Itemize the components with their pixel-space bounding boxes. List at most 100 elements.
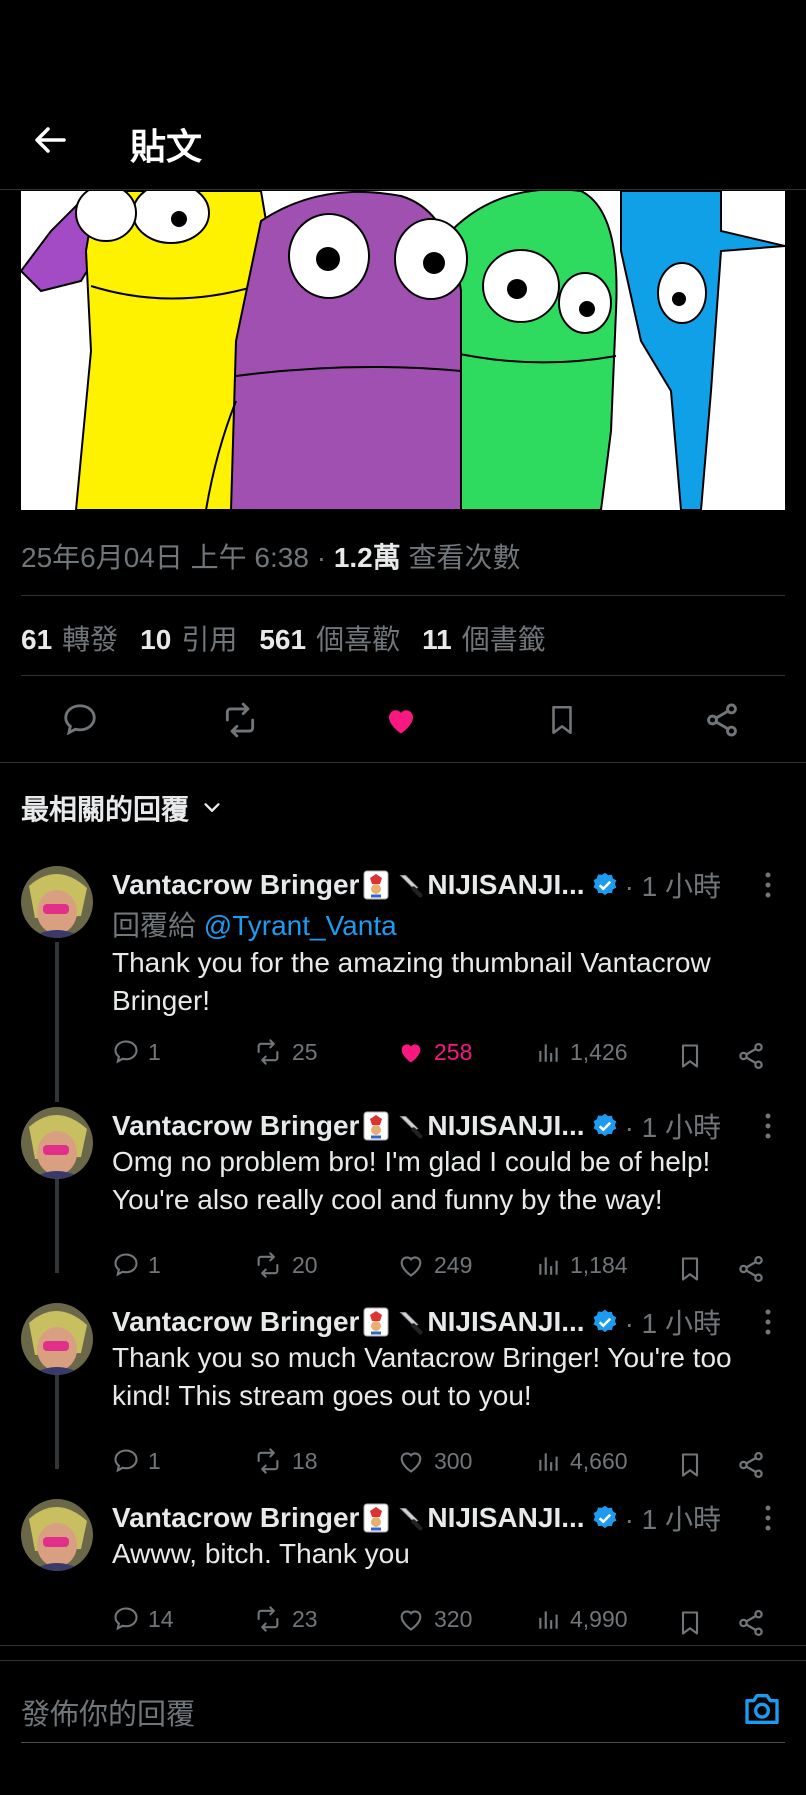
knife-icon xyxy=(399,1116,423,1139)
avatar[interactable] xyxy=(21,1107,93,1179)
reply-header: Vantacrow Bringer NIJISANJI... · 1 小時 xyxy=(112,866,721,904)
like-count-button[interactable]: 300 xyxy=(396,1447,472,1475)
like-icon xyxy=(400,1610,422,1631)
bookmark-icon[interactable] xyxy=(676,1607,704,1639)
avatar[interactable] xyxy=(21,866,93,938)
divider xyxy=(21,595,785,596)
avatar[interactable] xyxy=(21,1499,93,1571)
more-options-icon[interactable] xyxy=(758,1307,778,1337)
reply-text: Omg no problem bro! I'm glad I could be … xyxy=(112,1146,711,1215)
retweet-count-button[interactable]: 20 xyxy=(252,1251,318,1279)
reply-time: · 1 小時 xyxy=(624,1504,722,1535)
camera-icon[interactable] xyxy=(742,1689,782,1729)
knife-icon xyxy=(399,1508,423,1531)
verified-badge-icon xyxy=(593,872,616,896)
post-action-bar xyxy=(0,690,806,750)
reply-count-button[interactable]: 14 xyxy=(112,1605,174,1633)
divider xyxy=(0,762,806,763)
share-icon[interactable] xyxy=(736,1449,766,1481)
reply-icon xyxy=(114,1253,138,1277)
stat-retweets[interactable]: 61 轉發 xyxy=(21,618,118,658)
reply-icon[interactable] xyxy=(50,690,110,750)
retweet-count-button[interactable]: 18 xyxy=(252,1447,318,1475)
views-count-button[interactable]: 4,990 xyxy=(536,1605,628,1633)
page-title: 貼文 xyxy=(130,126,203,167)
display-name[interactable]: Vantacrow Bringer xyxy=(112,1110,359,1142)
bookmark-icon[interactable] xyxy=(676,1449,704,1481)
reply-icon xyxy=(114,1449,138,1473)
views-count-button[interactable]: 1,426 xyxy=(536,1038,628,1066)
reply-compose-bar: 發佈你的回覆 xyxy=(0,1660,806,1795)
verified-badge-icon xyxy=(593,1505,616,1529)
views-icon xyxy=(539,1044,558,1062)
knife-icon xyxy=(399,1312,423,1335)
reply-icon xyxy=(114,1040,138,1064)
reply-text: Awww, bitch. Thank you xyxy=(112,1538,410,1569)
display-name[interactable]: Vantacrow Bringer xyxy=(112,1502,359,1534)
more-options-icon[interactable] xyxy=(758,1111,778,1141)
views-label: 查看次數 xyxy=(400,542,521,573)
views-count-button[interactable]: 4,660 xyxy=(536,1447,628,1475)
reply-text: Thank you for the amazing thumbnail Vant… xyxy=(112,947,711,1016)
avatar[interactable] xyxy=(21,1303,93,1375)
reply-to: 回覆給 @Tyrant_Vanta xyxy=(112,904,397,944)
display-name-suffix[interactable]: NIJISANJI... xyxy=(427,869,584,901)
retweet-count-button[interactable]: 23 xyxy=(252,1605,318,1633)
reply-time: · 1 小時 xyxy=(624,1112,722,1143)
reply-to-label: 回覆給 xyxy=(112,910,204,941)
display-name-suffix[interactable]: NIJISANJI... xyxy=(427,1110,584,1142)
reply-input[interactable]: 發佈你的回覆 xyxy=(21,1691,785,1743)
display-name[interactable]: Vantacrow Bringer xyxy=(112,869,359,901)
display-name-suffix[interactable]: NIJISANJI... xyxy=(427,1306,584,1338)
more-options-icon[interactable] xyxy=(758,1503,778,1533)
reply-actions: 14 23 320 4,990 xyxy=(112,1605,772,1641)
divider xyxy=(21,675,785,676)
share-icon[interactable] xyxy=(736,1040,766,1072)
like-count-button[interactable]: 249 xyxy=(396,1251,472,1279)
reply-actions: 1 20 249 1,184 xyxy=(112,1251,772,1287)
reply-count-button[interactable]: 1 xyxy=(112,1447,161,1475)
like-icon[interactable] xyxy=(371,690,431,750)
reply-item[interactable]: Vantacrow Bringer NIJISANJI... · 1 小時 Om… xyxy=(0,1107,806,1282)
like-count-button[interactable]: 320 xyxy=(396,1605,472,1633)
post-image[interactable] xyxy=(21,191,785,510)
share-icon[interactable] xyxy=(736,1607,766,1639)
reply-actions: 1 25 258 1,426 xyxy=(112,1038,772,1074)
stat-quotes[interactable]: 10 引用 xyxy=(140,618,237,658)
reply-item[interactable]: Vantacrow Bringer NIJISANJI... · 1 小時 Aw… xyxy=(0,1499,806,1636)
reply-item[interactable]: Vantacrow Bringer NIJISANJI... · 1 小時 回覆… xyxy=(0,866,806,1069)
reply-item[interactable]: Vantacrow Bringer NIJISANJI... · 1 小時 Th… xyxy=(0,1303,806,1478)
retweet-icon xyxy=(257,1606,279,1632)
like-icon xyxy=(400,1452,422,1473)
post-stats: 61 轉發 10 引用 561 個喜歡 11 個書籤 xyxy=(21,618,546,658)
reply-actions: 1 18 300 4,660 xyxy=(112,1447,772,1483)
stat-likes[interactable]: 561 個喜歡 xyxy=(259,618,400,658)
more-options-icon[interactable] xyxy=(758,870,778,900)
share-icon[interactable] xyxy=(736,1253,766,1285)
reply-count-button[interactable]: 1 xyxy=(112,1038,161,1066)
views-icon xyxy=(539,1257,558,1275)
reply-header: Vantacrow Bringer NIJISANJI... · 1 小時 xyxy=(112,1499,721,1537)
views-count-button[interactable]: 1,184 xyxy=(536,1251,628,1279)
stat-bookmarks[interactable]: 11 個書籤 xyxy=(422,618,546,658)
display-name-suffix[interactable]: NIJISANJI... xyxy=(427,1502,584,1534)
views-icon xyxy=(539,1611,558,1629)
reply-to-handle[interactable]: @Tyrant_Vanta xyxy=(204,910,397,941)
post-date: 25年6月04日 上午 6:38 · xyxy=(21,542,334,573)
reply-count-button[interactable]: 1 xyxy=(112,1251,161,1279)
display-name[interactable]: Vantacrow Bringer xyxy=(112,1306,359,1338)
verified-badge-icon xyxy=(593,1113,616,1137)
retweet-count-button[interactable]: 25 xyxy=(252,1038,318,1066)
reply-time: · 1 小時 xyxy=(624,1308,722,1339)
share-icon[interactable] xyxy=(692,690,752,750)
views-icon xyxy=(539,1453,558,1471)
reply-sort-dropdown[interactable]: 最相關的回覆 xyxy=(21,788,223,828)
retweet-icon xyxy=(257,1252,279,1278)
back-arrow-icon[interactable] xyxy=(30,120,70,160)
reply-header: Vantacrow Bringer NIJISANJI... · 1 小時 xyxy=(112,1303,721,1341)
bookmark-icon[interactable] xyxy=(676,1253,704,1285)
retweet-icon[interactable] xyxy=(210,690,270,750)
bookmark-icon[interactable] xyxy=(532,690,592,750)
like-count-button[interactable]: 258 xyxy=(396,1038,472,1066)
bookmark-icon[interactable] xyxy=(676,1040,704,1072)
